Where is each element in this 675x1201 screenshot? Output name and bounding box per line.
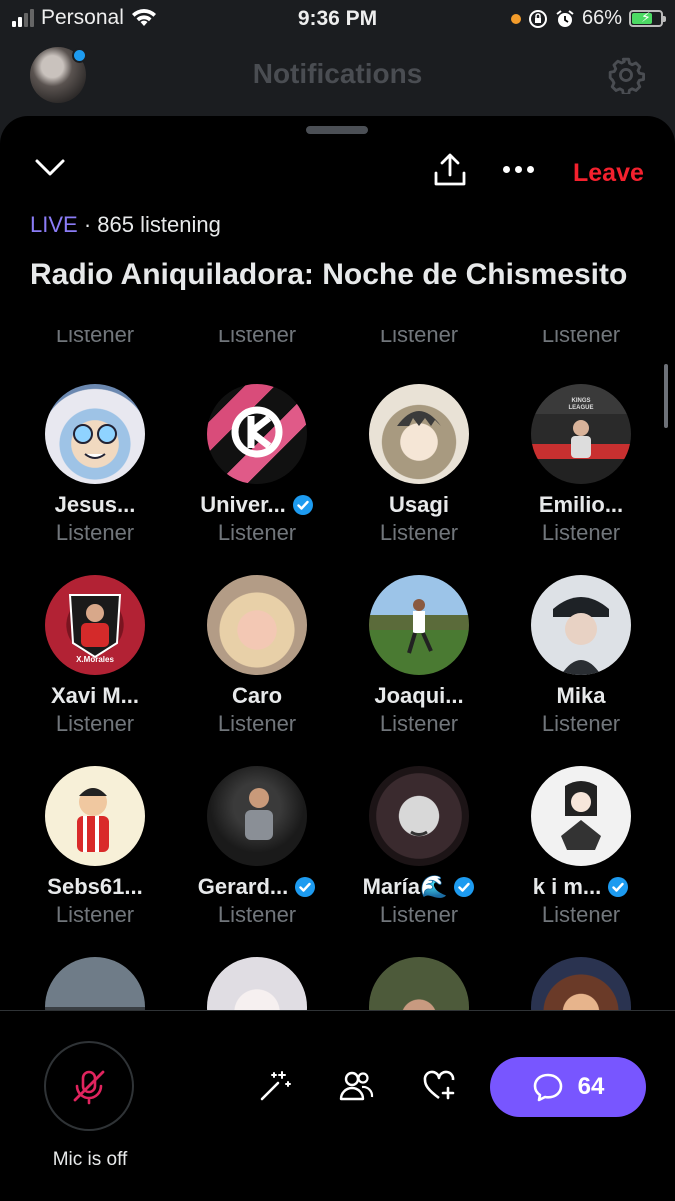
gear-icon[interactable] (607, 56, 645, 94)
avatar (531, 766, 631, 866)
participant-role: Listener (217, 902, 297, 927)
avatar (531, 575, 631, 675)
status-bar: Personal 9:36 PM 66% ⚡ (0, 0, 675, 38)
participant-name: Usagi (389, 492, 449, 517)
participant-tile[interactable]: Caro Listener (176, 575, 338, 737)
participant-tile[interactable]: Gerard... Listener (176, 766, 338, 928)
participant-role: Listener (541, 520, 621, 545)
verified-icon (292, 495, 313, 515)
participant-tile[interactable]: X.Morales Xavi M... Listener (14, 575, 176, 737)
mic-off-icon (73, 1070, 105, 1105)
participant-name: Jesus... (54, 492, 136, 517)
participant-name: Mika (556, 683, 606, 708)
sheet-grabber[interactable] (306, 126, 368, 134)
verified-icon (608, 877, 629, 897)
orientation-lock-icon (528, 9, 547, 28)
participant-name: Univer... (176, 492, 338, 518)
participant-role: Listener (217, 711, 297, 736)
participant-tile[interactable] (176, 957, 338, 1010)
people-icon[interactable] (338, 1069, 374, 1103)
participant-tile[interactable]: Jesus... Listener (14, 384, 176, 546)
avatar (207, 766, 307, 866)
participant-role: Listener (541, 902, 621, 927)
chevron-down-icon[interactable] (34, 158, 66, 178)
participant-role: Listener (500, 330, 662, 342)
verified-icon (295, 877, 316, 897)
avatar (531, 957, 631, 1010)
page-title: Notifications (252, 58, 423, 89)
avatar (369, 766, 469, 866)
participant-role: Listener (217, 520, 297, 545)
participant-name: Gerard... (176, 874, 338, 900)
avatar: X.Morales (45, 575, 145, 675)
chat-button[interactable]: 64 (490, 1057, 646, 1117)
participant-role: Listener (55, 902, 135, 927)
live-status: LIVE · 865 listening (30, 212, 221, 238)
sparkle-wand-icon[interactable] (258, 1069, 292, 1103)
leave-button[interactable]: Leave (573, 159, 644, 188)
space-bottom-bar: Mic is off 64 (0, 1010, 675, 1201)
participant-role: Listener (338, 330, 500, 342)
share-icon[interactable] (432, 152, 468, 188)
battery-charging-icon: ⚡ (629, 9, 666, 27)
avatar (207, 957, 307, 1010)
participant-role: Listener (55, 520, 135, 545)
participant-name: Joaqui... (374, 683, 464, 708)
participant-tile[interactable] (338, 957, 500, 1010)
avatar-text: X.Morales (76, 655, 114, 664)
participant-tile[interactable] (14, 957, 176, 1010)
participant-role: Listener (55, 711, 135, 736)
heart-plus-icon[interactable] (422, 1069, 456, 1103)
participant-tile[interactable]: KINGS LEAGUE Emilio... Listener (500, 384, 662, 546)
participant-tile[interactable]: k i m... Listener (500, 766, 662, 928)
avatar (207, 575, 307, 675)
status-right: 66% ⚡ (510, 7, 666, 30)
chat-bubble-icon (533, 1073, 562, 1102)
verified-icon (454, 877, 475, 897)
participant-tile[interactable]: Joaqui... Listener (338, 575, 500, 737)
battery-percent: 66% (581, 7, 622, 29)
space-title: Radio Aniquiladora: Noche de Chismesito (30, 258, 628, 291)
participant-role: Listener (379, 902, 459, 927)
participant-role: Listener (379, 711, 459, 736)
avatar (45, 384, 145, 484)
live-badge: LIVE (30, 212, 78, 237)
chat-count: 64 (577, 1073, 605, 1100)
participant-tile[interactable] (500, 957, 662, 1010)
participant-name: Emilio... (538, 492, 624, 517)
avatar (369, 575, 469, 675)
participant-name: Xavi M... (50, 683, 140, 708)
mic-status-label: Mic is off (52, 1149, 128, 1170)
privacy-dot (510, 13, 521, 24)
listener-count: · 865 listening (83, 212, 221, 237)
participant-tile[interactable]: Usagi Listener (338, 384, 500, 546)
participant-name: Sebs61... (47, 874, 143, 899)
participant-role: Listener (14, 330, 176, 342)
avatar (45, 766, 145, 866)
avatar: KINGS LEAGUE (531, 384, 631, 484)
participant-role: Listener (176, 330, 338, 342)
avatar (207, 384, 307, 484)
participant-tile[interactable]: Mika Listener (500, 575, 662, 737)
avatar (45, 957, 145, 1010)
participant-tile[interactable]: Sebs61... Listener (14, 766, 176, 928)
participant-grid: Listener Listener Listener Listener Jesu… (0, 330, 675, 1010)
participant-role: Listener (541, 711, 621, 736)
more-icon[interactable] (503, 166, 534, 173)
participant-role: Listener (379, 520, 459, 545)
avatar (369, 384, 469, 484)
avatar (369, 957, 469, 1010)
notifications-header: Notifications (0, 40, 675, 112)
participant-name: Caro (231, 683, 283, 708)
participant-tile[interactable]: Univer... Listener (176, 384, 338, 546)
mic-toggle-button[interactable] (44, 1041, 134, 1131)
alarm-icon (556, 9, 574, 27)
participant-name: María🌊 (338, 874, 500, 900)
participant-tile[interactable]: María🌊 Listener (338, 766, 500, 928)
participant-name: k i m... (500, 874, 662, 900)
